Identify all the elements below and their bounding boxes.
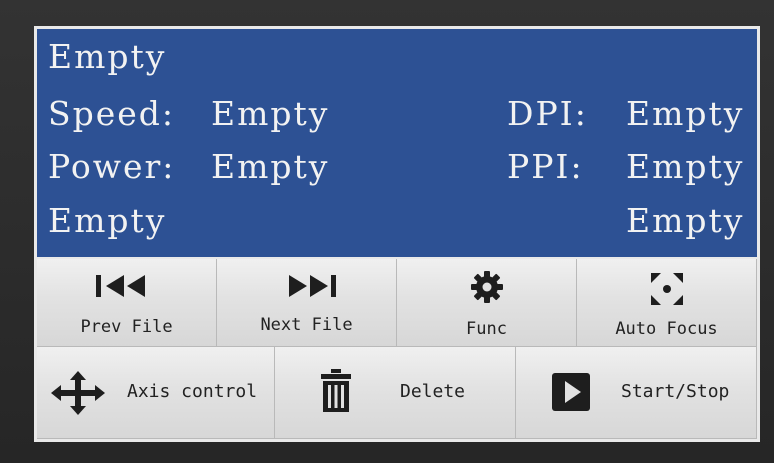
next-file-label: Next File <box>260 315 353 335</box>
ppi-value: Empty <box>626 147 745 186</box>
status-right-text: Empty <box>626 201 745 240</box>
start-stop-button[interactable]: Start/Stop <box>516 347 757 439</box>
move-arrows-icon <box>51 371 105 415</box>
prev-file-label: Prev File <box>80 317 173 337</box>
start-stop-label: Start/Stop <box>621 381 730 402</box>
power-value: Empty <box>211 147 330 186</box>
delete-button[interactable]: Delete <box>275 347 516 439</box>
func-button[interactable]: Func <box>397 259 577 347</box>
axis-control-label: Axis control <box>127 381 258 402</box>
auto-focus-label: Auto Focus <box>615 319 718 339</box>
dpi-label: DPI: <box>507 94 588 133</box>
ppi-label: PPI: <box>507 147 584 186</box>
prev-file-button[interactable]: Prev File <box>37 259 217 347</box>
gear-icon <box>397 269 576 305</box>
delete-label: Delete <box>400 381 466 402</box>
skip-next-icon <box>217 273 396 299</box>
focus-target-icon <box>577 271 756 307</box>
status-display: Empty Speed: Empty DPI: Empty Power: Emp… <box>37 29 757 257</box>
play-icon <box>552 373 590 411</box>
skip-previous-icon <box>37 273 216 299</box>
dpi-value: Empty <box>626 94 745 133</box>
auto-focus-button[interactable]: Auto Focus <box>577 259 757 347</box>
file-name-text: Empty <box>48 37 167 76</box>
device-bezel: Empty Speed: Empty DPI: Empty Power: Emp… <box>0 0 774 463</box>
touch-screen: Empty Speed: Empty DPI: Empty Power: Emp… <box>34 26 760 442</box>
power-label: Power: <box>48 147 176 186</box>
next-file-button[interactable]: Next File <box>217 259 397 347</box>
axis-control-button[interactable]: Axis control <box>37 347 275 439</box>
func-label: Func <box>466 319 507 339</box>
button-panel: Prev File Next File Func Auto Focus Axis… <box>37 259 757 439</box>
speed-value: Empty <box>211 94 330 133</box>
status-left-text: Empty <box>48 201 167 240</box>
trash-icon <box>321 369 351 413</box>
speed-label: Speed: <box>48 94 176 133</box>
